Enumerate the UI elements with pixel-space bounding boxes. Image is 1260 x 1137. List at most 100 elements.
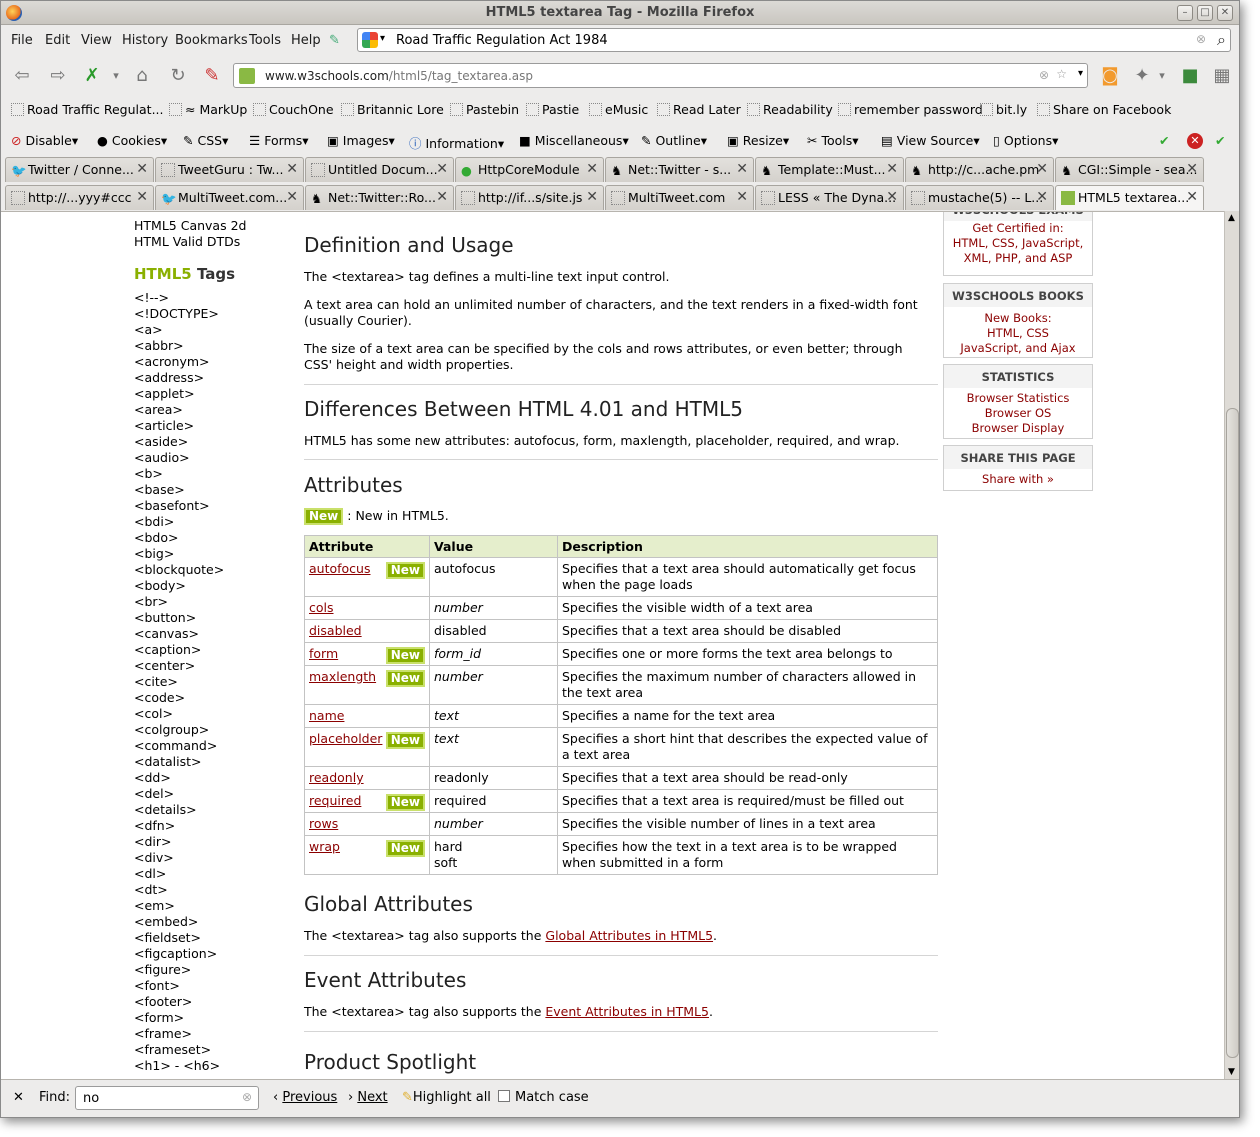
sidebar-tag-link[interactable]: <abbr> bbox=[134, 338, 184, 353]
event-attributes-link[interactable]: Event Attributes in HTML5 bbox=[545, 1004, 709, 1019]
sidebar-tag-link[interactable]: <embed> bbox=[134, 914, 198, 929]
close-tab-icon[interactable]: ✕ bbox=[436, 189, 448, 205]
grid-icon[interactable]: ▦ bbox=[1211, 65, 1233, 87]
bookmark-item[interactable]: remember password bbox=[838, 102, 983, 117]
sidebar-tag-link[interactable]: <frame> bbox=[134, 1026, 192, 1041]
sidebar-tag-link[interactable]: <b> bbox=[134, 466, 163, 481]
sidebar-tag-link[interactable]: <frameset> bbox=[134, 1042, 211, 1057]
error-icon[interactable]: ✕ bbox=[1187, 133, 1203, 149]
sidebar-tag-link[interactable]: <command> bbox=[134, 738, 217, 753]
sidebar-tag-link[interactable]: <cite> bbox=[134, 674, 178, 689]
tab[interactable]: 🐦 MultiTweet.com... ✕ bbox=[155, 185, 304, 210]
tab[interactable]: Untitled Docum... ✕ bbox=[305, 157, 454, 182]
tab[interactable]: http://if...s/site.js ✕ bbox=[455, 185, 604, 210]
minimize-button[interactable]: – bbox=[1177, 5, 1193, 21]
highlight-all-button[interactable]: ✎Highlight all bbox=[402, 1090, 491, 1105]
sidebar-tag-link[interactable]: <article> bbox=[134, 418, 194, 433]
maximize-button[interactable]: □ bbox=[1197, 5, 1213, 21]
addon-icon[interactable]: ✦ bbox=[1131, 65, 1153, 87]
books-link[interactable]: New Books: bbox=[944, 311, 1092, 326]
close-tab-icon[interactable]: ✕ bbox=[436, 161, 448, 177]
sidebar-tag-link[interactable]: <figcaption> bbox=[134, 946, 217, 961]
home-icon[interactable]: ⌂ bbox=[131, 65, 153, 87]
global-attributes-link[interactable]: Global Attributes in HTML5 bbox=[545, 928, 713, 943]
sidebar-tag-link[interactable]: <canvas> bbox=[134, 626, 199, 641]
sidebar-tag-link[interactable]: <form> bbox=[134, 1010, 184, 1025]
bookmark-item[interactable]: Britannic Lore bbox=[341, 102, 444, 117]
menu-edit[interactable]: Edit bbox=[45, 33, 70, 48]
bookmark-item[interactable]: Road Traffic Regulat... bbox=[11, 102, 164, 117]
close-tab-icon[interactable]: ✕ bbox=[736, 161, 748, 177]
attribute-link[interactable]: autofocus bbox=[309, 561, 371, 576]
sidebar-tag-link[interactable]: <figure> bbox=[134, 962, 191, 977]
sidebar-tag-link[interactable]: <col> bbox=[134, 706, 173, 721]
sidebar-tag-link[interactable]: <colgroup> bbox=[134, 722, 209, 737]
attribute-link[interactable]: placeholder bbox=[309, 731, 382, 746]
tab[interactable]: 🐦 Twitter / Conne... ✕ bbox=[5, 157, 154, 182]
web-search-input[interactable]: ▾ Road Traffic Regulation Act 1984 ⊗ ⌕ bbox=[357, 28, 1231, 52]
clear-url-icon[interactable]: ⊗ bbox=[1039, 68, 1049, 82]
wd-images-menu[interactable]: ▣ Images▾ bbox=[327, 133, 395, 148]
back-icon[interactable]: ⇦ bbox=[11, 65, 33, 87]
sidebar-tag-link[interactable]: <dl> bbox=[134, 866, 166, 881]
find-input[interactable]: no ⊗ bbox=[75, 1086, 259, 1110]
tab-active[interactable]: HTML5 textarea... ✕ bbox=[1055, 185, 1204, 210]
menu-help[interactable]: Help bbox=[291, 33, 321, 48]
sidebar-tag-link[interactable]: <code> bbox=[134, 690, 185, 705]
bookmark-item[interactable]: Pastebin bbox=[450, 102, 519, 117]
sidebar-link[interactable]: HTML5 Canvas 2d bbox=[134, 218, 246, 233]
sidebar-tag-link[interactable]: <h1> - <h6> bbox=[134, 1058, 220, 1073]
clear-find-icon[interactable]: ⊗ bbox=[242, 1090, 252, 1104]
sidebar-tag-link[interactable]: <button> bbox=[134, 610, 196, 625]
sidebar-tag-link[interactable]: <caption> bbox=[134, 642, 201, 657]
chevron-down-icon[interactable]: ▾ bbox=[1078, 68, 1083, 79]
close-tab-icon[interactable]: ✕ bbox=[586, 189, 598, 205]
statistics-link[interactable]: Browser Statistics bbox=[944, 391, 1092, 406]
sidebar-tag-link[interactable]: <body> bbox=[134, 578, 186, 593]
vertical-scrollbar[interactable]: ▲ ▼ bbox=[1224, 211, 1239, 1079]
attribute-link[interactable]: form bbox=[309, 646, 338, 661]
star-bookmark-icon[interactable]: ☆ bbox=[1056, 67, 1067, 81]
sidebar-tag-link[interactable]: <center> bbox=[134, 658, 195, 673]
close-tab-icon[interactable]: ✕ bbox=[1036, 189, 1048, 205]
sidebar-tag-link[interactable]: <aside> bbox=[134, 434, 188, 449]
tab[interactable]: ♞ CGI::Simple - sea... ✕ bbox=[1055, 157, 1204, 182]
address-bar[interactable]: www.w3schools.com/html5/tag_textarea.asp… bbox=[233, 63, 1088, 88]
sidebar-tag-link[interactable]: <base> bbox=[134, 482, 185, 497]
wd-miscellaneous-menu[interactable]: ■ Miscellaneous▾ bbox=[519, 133, 629, 148]
sidebar-tag-link[interactable]: <del> bbox=[134, 786, 174, 801]
bookmark-item[interactable]: bit.ly bbox=[980, 102, 1027, 117]
menu-bookmarks[interactable]: Bookmarks bbox=[175, 33, 248, 48]
close-tab-icon[interactable]: ✕ bbox=[886, 189, 898, 205]
sidebar-tag-link[interactable]: <br> bbox=[134, 594, 168, 609]
books-link[interactable]: JavaScript, and Ajax bbox=[944, 341, 1092, 356]
sidebar-tag-link[interactable]: <address> bbox=[134, 370, 204, 385]
menu-history[interactable]: History bbox=[122, 33, 168, 48]
close-tab-icon[interactable]: ✕ bbox=[586, 161, 598, 177]
attribute-link[interactable]: maxlength bbox=[309, 669, 376, 684]
wd-css-menu[interactable]: ✎ CSS▾ bbox=[183, 133, 228, 148]
close-tab-icon[interactable]: ✕ bbox=[286, 161, 298, 177]
wd-resize-menu[interactable]: ▣ Resize▾ bbox=[727, 133, 789, 148]
scroll-up-icon[interactable]: ▲ bbox=[1228, 213, 1235, 223]
wd-disable-menu[interactable]: ⊘ Disable▾ bbox=[11, 133, 78, 148]
forward-icon[interactable]: ⇨ bbox=[47, 65, 69, 87]
bookmark-item[interactable]: Share on Facebook bbox=[1037, 102, 1171, 117]
sidebar-tag-link[interactable]: <bdo> bbox=[134, 530, 178, 545]
sidebar-tag-link[interactable]: <dir> bbox=[134, 834, 172, 849]
tab[interactable]: ♞ http://c...ache.pm ✕ bbox=[905, 157, 1054, 182]
sidebar-tag-link[interactable]: <dt> bbox=[134, 882, 168, 897]
sidebar-tag-link[interactable]: <footer> bbox=[134, 994, 192, 1009]
google-search-engine-icon[interactable] bbox=[362, 32, 378, 48]
sidebar-tag-link[interactable]: <basefont> bbox=[134, 498, 210, 513]
tab[interactable]: LESS « The Dyna... ✕ bbox=[755, 185, 904, 210]
attribute-link[interactable]: disabled bbox=[309, 623, 362, 638]
sidebar-link[interactable]: HTML Valid DTDs bbox=[134, 234, 240, 249]
magnifier-icon[interactable]: ⌕ bbox=[1217, 30, 1226, 50]
attribute-link[interactable]: cols bbox=[309, 600, 334, 615]
find-previous-button[interactable]: ‹ Previous bbox=[273, 1090, 337, 1105]
bookmark-item[interactable]: Pastie bbox=[526, 102, 579, 117]
clear-history-icon[interactable]: ✎ bbox=[201, 65, 223, 87]
stop-icon[interactable]: ✗ bbox=[81, 65, 103, 87]
sidebar-tag-link[interactable]: <dd> bbox=[134, 770, 171, 785]
